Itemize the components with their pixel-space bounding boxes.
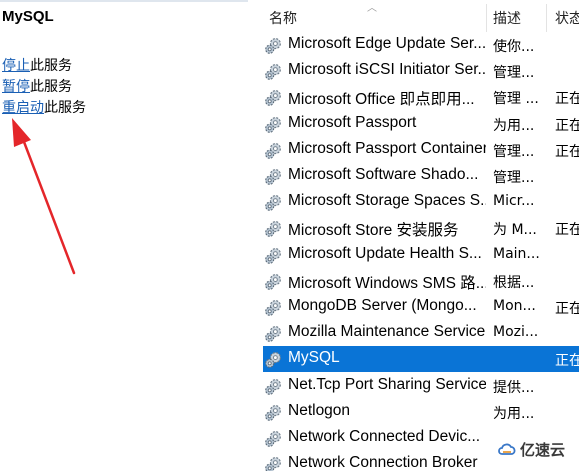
service-row[interactable]: Microsoft Office 即点即用... 管理 ... 正在 [263, 84, 579, 110]
watermark: 亿速云 [497, 438, 565, 462]
column-header-name[interactable]: 名称 [269, 8, 297, 28]
service-description: Mozi... [493, 324, 539, 341]
service-name: Mozilla Maintenance Service [288, 323, 486, 341]
service-status: 正在 [555, 301, 579, 317]
column-header-status[interactable]: 状态 [555, 8, 579, 28]
service-description: Main... [493, 245, 540, 262]
service-gear-icon [264, 272, 283, 291]
service-status: 正在 [555, 353, 579, 370]
service-name: Microsoft Storage Spaces S... [288, 192, 486, 210]
column-divider[interactable] [546, 4, 547, 32]
service-row[interactable]: Microsoft Edge Update Ser... 使你... [263, 32, 579, 58]
service-description: 管理... [493, 143, 535, 160]
service-description-pane: MySQL 停止此服务 暂停此服务 重启动此服务 [0, 0, 248, 471]
column-divider[interactable] [486, 4, 487, 32]
service-gear-icon [264, 219, 283, 238]
service-status: 正在 [555, 143, 579, 160]
service-status: 正在 [555, 117, 579, 134]
service-name: MongoDB Server (Mongo... [288, 297, 477, 314]
service-name: Microsoft Update Health S... [288, 244, 482, 262]
service-gear-icon [264, 350, 283, 369]
service-description: 使你... [493, 39, 535, 55]
service-description: Mon... [493, 298, 536, 314]
service-description: Micr... [493, 193, 535, 210]
column-header-description[interactable]: 描述 [493, 8, 521, 28]
service-gear-icon [264, 88, 283, 107]
service-gear-icon [264, 298, 283, 317]
service-name: Network Connection Broker [288, 454, 478, 471]
service-gear-icon [264, 36, 283, 55]
sort-caret-icon: ︿ [367, 3, 377, 14]
service-status: 正在 [555, 91, 579, 108]
service-row[interactable]: Net.Tcp Port Sharing Service 提供... [263, 373, 579, 399]
service-status: 正在 [555, 222, 579, 239]
service-gear-icon [264, 62, 283, 81]
service-description: 管理... [493, 65, 535, 82]
service-row[interactable]: Microsoft Passport 为用... 正在 [263, 111, 579, 137]
service-name: Microsoft Windows SMS 路... [288, 274, 486, 292]
service-description: 管理... [493, 170, 535, 186]
service-row[interactable]: MongoDB Server (Mongo... Mon... 正在 [263, 294, 579, 320]
service-name: Microsoft Passport Container [288, 139, 486, 157]
service-description: 提供... [493, 379, 535, 396]
service-gear-icon [264, 403, 283, 422]
service-row[interactable]: Microsoft iSCSI Initiator Ser... 管理... [263, 58, 579, 84]
service-row[interactable]: Netlogon 为用... [263, 399, 579, 425]
service-gear-icon [264, 324, 283, 343]
service-name: Net.Tcp Port Sharing Service [288, 375, 486, 393]
service-row[interactable]: Microsoft Update Health S... Main... [263, 242, 579, 268]
service-description: 为 M... [493, 222, 537, 239]
service-row[interactable]: Microsoft Store 安装服务 为 M... 正在 [263, 215, 579, 241]
service-description: 管理 ... [493, 91, 539, 108]
service-gear-icon [264, 429, 283, 448]
service-row[interactable]: Microsoft Software Shado... 管理... [263, 163, 579, 189]
red-arrow-annotation [12, 118, 76, 275]
service-name: Network Connected Devic... [288, 428, 481, 445]
cloud-logo-icon [498, 443, 516, 455]
service-gear-icon [264, 167, 283, 186]
service-name: Microsoft Passport [288, 113, 417, 131]
service-gear-icon [264, 246, 283, 265]
service-description: 为用... [493, 117, 535, 134]
service-name: Microsoft Office 即点即用... [288, 91, 475, 109]
services-list[interactable]: ︿ 名称 描述 状态 Microsoft Edge Update Ser... 使… [255, 0, 579, 471]
service-gear-icon [264, 455, 283, 471]
service-row[interactable]: Microsoft Passport Container 管理... 正在 [263, 137, 579, 163]
service-name: Microsoft Software Shado... [288, 166, 479, 183]
service-name: Microsoft Edge Update Ser... [288, 35, 486, 52]
service-description: 根据... [493, 274, 535, 291]
service-row[interactable]: Mozilla Maintenance Service Mozi... [263, 320, 579, 346]
watermark-text: 亿速云 [520, 441, 566, 459]
service-gear-icon [264, 141, 283, 160]
service-name: Netlogon [288, 401, 351, 419]
service-gear-icon [264, 377, 283, 396]
list-header: ︿ 名称 描述 状态 [255, 0, 579, 34]
service-name: Microsoft iSCSI Initiator Ser... [288, 61, 486, 79]
service-description: 为用... [493, 405, 535, 422]
service-row[interactable]: Microsoft Windows SMS 路... 根据... [263, 268, 579, 294]
service-row-selected[interactable]: MySQL 正在 [263, 346, 579, 373]
service-name: MySQL [288, 349, 340, 367]
service-gear-icon [264, 193, 283, 212]
service-gear-icon [264, 115, 283, 134]
service-row[interactable]: Microsoft Storage Spaces S... Micr... [263, 189, 579, 215]
service-name: Microsoft Store 安装服务 [288, 222, 459, 240]
